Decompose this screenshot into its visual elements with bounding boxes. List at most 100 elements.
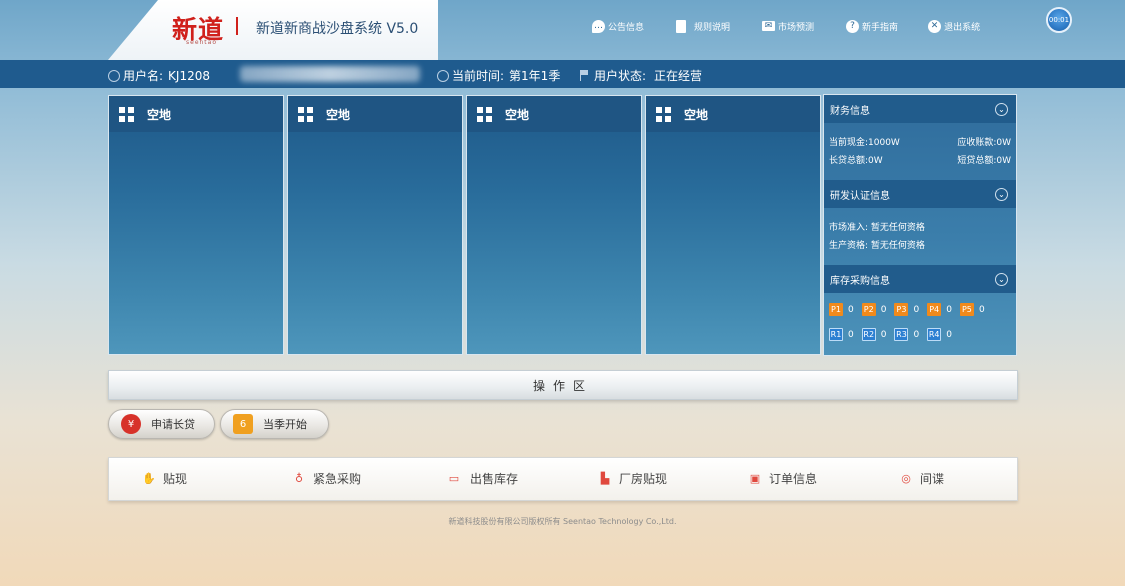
status-label: 用户状态: (594, 69, 647, 83)
nav-label: 公告信息 (608, 22, 645, 33)
material-tag: R4 (927, 328, 942, 341)
material-count: 0 (880, 329, 887, 340)
status-value: 正在经营 (654, 69, 703, 83)
app-header: 新道 seentao 新道新商战沙盘系统 V5.0 … 公告信息 规则说明 ✉ … (0, 0, 1125, 60)
factory-discount-action[interactable]: ▙ 厂房贴现 (597, 470, 667, 487)
long-loan-total: 长贷总额:0W (829, 155, 883, 166)
close-circle-icon: ✕ (928, 19, 942, 33)
grid-icon (119, 106, 134, 122)
user-icon (108, 69, 120, 82)
inventory-body: P1 0 P2 0 P3 0 P4 0 P5 0 R1 0 R2 0 R3 0 R4 0 (824, 293, 1016, 347)
action-label: 厂房贴现 (619, 472, 668, 486)
order-info-action[interactable]: ▣ 订单信息 (747, 470, 817, 487)
emergency-purchase-action[interactable]: ♁ 紧急采购 (291, 470, 361, 487)
nav-logout[interactable]: ✕ 退出系统 (928, 17, 980, 35)
action-label: 间谍 (920, 472, 945, 486)
info-sidebar: 财务信息 ⌄ 当前现金:1000W 应收账款:0W 长贷总额:0W 短贷总额:0W … (823, 94, 1017, 356)
nav-market-forecast[interactable]: ✉ 市场预测 (762, 17, 814, 35)
grid-icon (477, 106, 492, 122)
material-tag: R1 (829, 328, 843, 341)
product-tag: P3 (894, 303, 909, 316)
top-nav: … 公告信息 规则说明 ✉ 市场预测 ? 新手指南 ✕ 退出系统 (592, 17, 998, 35)
grid-icon (298, 106, 313, 122)
factory-slot-title: 空地 (326, 107, 351, 122)
user-info-bar: 用户名: KJ1208 当前时间: 第1年1季 用户状态: 正在经营 (0, 60, 1125, 88)
product-count: 0 (848, 304, 854, 315)
nav-announcements[interactable]: … 公告信息 (592, 17, 644, 35)
username-label: 用户名: (123, 69, 164, 83)
product-count: 0 (913, 304, 920, 315)
chevron-down-icon[interactable]: ⌄ (995, 187, 1008, 201)
factory-slot-title: 空地 (147, 107, 172, 122)
order-icon: ▣ (749, 472, 761, 485)
time-label: 当前时间: (452, 69, 505, 83)
compass-icon: ◎ (901, 472, 911, 485)
current-cash: 当前现金:1000W (829, 137, 900, 148)
factory-slot-3[interactable]: 空地 (466, 95, 642, 355)
material-tag: R2 (861, 328, 876, 341)
material-count: 0 (946, 329, 952, 340)
grid-icon (656, 106, 671, 122)
spy-action[interactable]: ◎ 间谍 (898, 470, 944, 487)
product-tag: P1 (829, 303, 843, 316)
short-loan-total: 短贷总额:0W (957, 155, 1011, 166)
action-label: 订单信息 (769, 472, 818, 486)
chevron-down-icon[interactable]: ⌄ (995, 272, 1008, 286)
factory-icon: ▙ (600, 472, 610, 485)
hand-coin-icon: ✋ (142, 472, 156, 485)
accounts-receivable: 应收账款:0W (957, 137, 1011, 148)
chat-bubble-icon: … (592, 19, 605, 33)
nav-label: 退出系统 (944, 22, 981, 33)
clock-icon (437, 69, 449, 82)
inventory-section-header[interactable]: 库存采购信息 ⌄ (824, 265, 1016, 293)
rd-title: 研发认证信息 (830, 190, 890, 202)
button-label: 申请长贷 (151, 418, 195, 431)
system-title: 新道新商战沙盘系统 V5.0 (256, 21, 419, 37)
chevron-down-icon[interactable]: ⌄ (995, 102, 1008, 116)
mail-icon: ✉ (762, 21, 776, 31)
discount-action[interactable]: ✋ 贴现 (141, 470, 187, 487)
product-inventory: P1 0 P2 0 P3 0 P4 0 P5 0 (829, 297, 1011, 322)
apply-long-loan-button[interactable]: ¥ 申请长贷 (108, 409, 215, 439)
product-tag: P5 (959, 303, 974, 316)
material-count: 0 (848, 329, 854, 340)
factory-slot-4[interactable]: 空地 (645, 95, 821, 355)
sell-inventory-action[interactable]: ▭ 出售库存 (444, 470, 518, 487)
factory-slot-title: 空地 (505, 107, 530, 122)
action-label: 出售库存 (470, 472, 519, 486)
finance-section-header[interactable]: 财务信息 ⌄ (824, 95, 1016, 123)
inventory-title: 库存采购信息 (830, 275, 890, 287)
material-count: 0 (913, 329, 920, 340)
rd-section-header[interactable]: 研发认证信息 ⌄ (824, 180, 1016, 208)
user-status-field: 用户状态: 正在经营 (580, 67, 702, 84)
product-count: 0 (946, 304, 952, 315)
calendar-icon: 6 (233, 414, 253, 434)
factory-slot-1[interactable]: 空地 (108, 95, 284, 355)
production-qualification: 生产资格: 暂无任何资格 (829, 240, 925, 251)
action-bar: ✋ 贴现 ♁ 紧急采购 ▭ 出售库存 ▙ 厂房贴现 ▣ 订单信息 ◎ 间谍 (108, 457, 1018, 501)
username-field: 用户名: KJ1208 (108, 67, 210, 84)
rd-body: 市场准入: 暂无任何资格 生产资格: 暂无任何资格 (824, 208, 1016, 265)
logo-subtitle: seentao (186, 39, 218, 46)
factory-slot-2[interactable]: 空地 (287, 95, 463, 355)
finance-body: 当前现金:1000W 应收账款:0W 长贷总额:0W 短贷总额:0W (824, 123, 1016, 180)
start-quarter-button[interactable]: 6 当季开始 (220, 409, 329, 439)
operation-area-bar: 操作区 (108, 370, 1018, 400)
product-count: 0 (978, 304, 985, 315)
nav-guide[interactable]: ? 新手指南 (846, 17, 898, 35)
flag-icon (580, 70, 590, 81)
loan-bag-icon: ¥ (121, 414, 141, 434)
action-label: 贴现 (163, 472, 188, 486)
finance-title: 财务信息 (830, 105, 870, 117)
lightbulb-icon: ♁ (294, 472, 304, 485)
clock-badge: 00:01 (1046, 7, 1072, 33)
product-count: 0 (880, 304, 887, 315)
market-access: 市场准入: 暂无任何资格 (829, 222, 925, 233)
document-icon (676, 19, 687, 33)
username-value: KJ1208 (168, 68, 210, 83)
copyright-footer: 新道科技股份有限公司版权所有 Seentao Technology Co.,Lt… (448, 517, 677, 526)
nav-label: 新手指南 (862, 22, 899, 33)
factory-slot-title: 空地 (684, 107, 709, 122)
nav-rules[interactable]: 规则说明 (676, 17, 730, 35)
help-icon: ? (846, 19, 860, 33)
